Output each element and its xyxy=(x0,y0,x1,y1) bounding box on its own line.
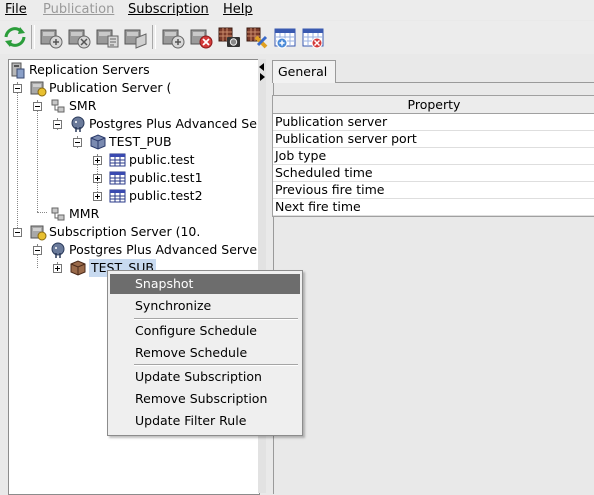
property-column-header[interactable]: Property xyxy=(273,96,594,114)
servers-root-icon xyxy=(9,61,27,79)
collapse-toggle[interactable] xyxy=(53,120,62,129)
create-subscription-icon[interactable] xyxy=(160,24,186,50)
property-row[interactable]: Publication server port xyxy=(273,131,594,148)
collapse-arrows-icon[interactable] xyxy=(258,61,266,81)
tree-connector xyxy=(37,100,38,212)
mmr-icon xyxy=(49,205,67,223)
table-icon xyxy=(109,151,127,169)
menu-item-synchronize[interactable]: Synchronize xyxy=(110,296,300,316)
subscription-node-icon xyxy=(69,259,87,277)
snapshot-icon[interactable] xyxy=(216,24,242,50)
subscription-server-node-icon xyxy=(29,223,47,241)
tree-connector xyxy=(37,212,47,213)
property-row[interactable]: Job type xyxy=(273,148,594,165)
menu-item-configure-schedule[interactable]: Configure Schedule xyxy=(110,321,300,341)
create-publication-icon[interactable] xyxy=(38,24,64,50)
expand-toggle[interactable] xyxy=(93,156,102,165)
publication-node-icon xyxy=(89,133,107,151)
postgres-elephant-icon xyxy=(49,241,67,259)
collapse-toggle[interactable] xyxy=(33,246,42,255)
publication-properties-icon[interactable] xyxy=(94,24,120,50)
postgres-elephant-icon xyxy=(69,115,87,133)
expand-toggle[interactable] xyxy=(93,192,102,201)
publication-server-node-icon xyxy=(29,79,47,97)
synchronize-icon[interactable] xyxy=(244,24,270,50)
table-icon xyxy=(109,187,127,205)
menu-item-snapshot[interactable]: Snapshot xyxy=(110,274,300,294)
expand-toggle[interactable] xyxy=(53,264,62,273)
remove-publication-icon[interactable] xyxy=(66,24,92,50)
menu-item-remove-subscription[interactable]: Remove Subscription xyxy=(110,389,300,409)
property-row[interactable]: Scheduled time xyxy=(273,165,594,182)
expand-toggle[interactable] xyxy=(93,174,102,183)
refresh-icon[interactable] xyxy=(2,24,28,50)
details-panel: General Property Publication server Publ… xyxy=(266,59,594,494)
remove-subscription-icon[interactable] xyxy=(188,24,214,50)
collapse-toggle[interactable] xyxy=(73,138,82,147)
menu-item-remove-schedule[interactable]: Remove Schedule xyxy=(110,343,300,363)
menu-publication[interactable]: Publication xyxy=(43,1,114,18)
tab-general[interactable]: General xyxy=(272,60,336,83)
toolbar-separator xyxy=(152,25,156,49)
collapse-toggle[interactable] xyxy=(13,84,22,93)
property-row[interactable]: Previous fire time xyxy=(273,182,594,199)
property-row[interactable]: Next fire time xyxy=(273,199,594,216)
collapse-toggle[interactable] xyxy=(13,228,22,237)
menu-separator xyxy=(134,318,298,320)
smr-icon xyxy=(49,97,67,115)
menu-item-update-subscription[interactable]: Update Subscription xyxy=(110,367,300,387)
menu-separator xyxy=(134,364,298,366)
property-row[interactable]: Publication server xyxy=(273,114,594,131)
remove-schedule-icon[interactable] xyxy=(300,24,326,50)
tree-connector xyxy=(17,82,18,234)
menu-subscription[interactable]: Subscription xyxy=(128,1,209,18)
toolbar xyxy=(0,21,594,54)
toolbar-separator xyxy=(31,25,35,49)
menu-bar: File Publication Subscription Help xyxy=(0,0,594,20)
property-table: Property Publication server Publication … xyxy=(272,95,594,217)
menu-help[interactable]: Help xyxy=(223,1,253,18)
table-icon xyxy=(109,169,127,187)
configure-schedule-icon[interactable] xyxy=(272,24,298,50)
collapse-toggle[interactable] xyxy=(33,102,42,111)
menu-item-update-filter-rule[interactable]: Update Filter Rule xyxy=(110,411,300,431)
publication-server-icon[interactable] xyxy=(122,24,148,50)
subscription-context-menu: Snapshot Synchronize Configure Schedule … xyxy=(107,270,303,436)
menu-file[interactable]: File xyxy=(5,1,27,18)
